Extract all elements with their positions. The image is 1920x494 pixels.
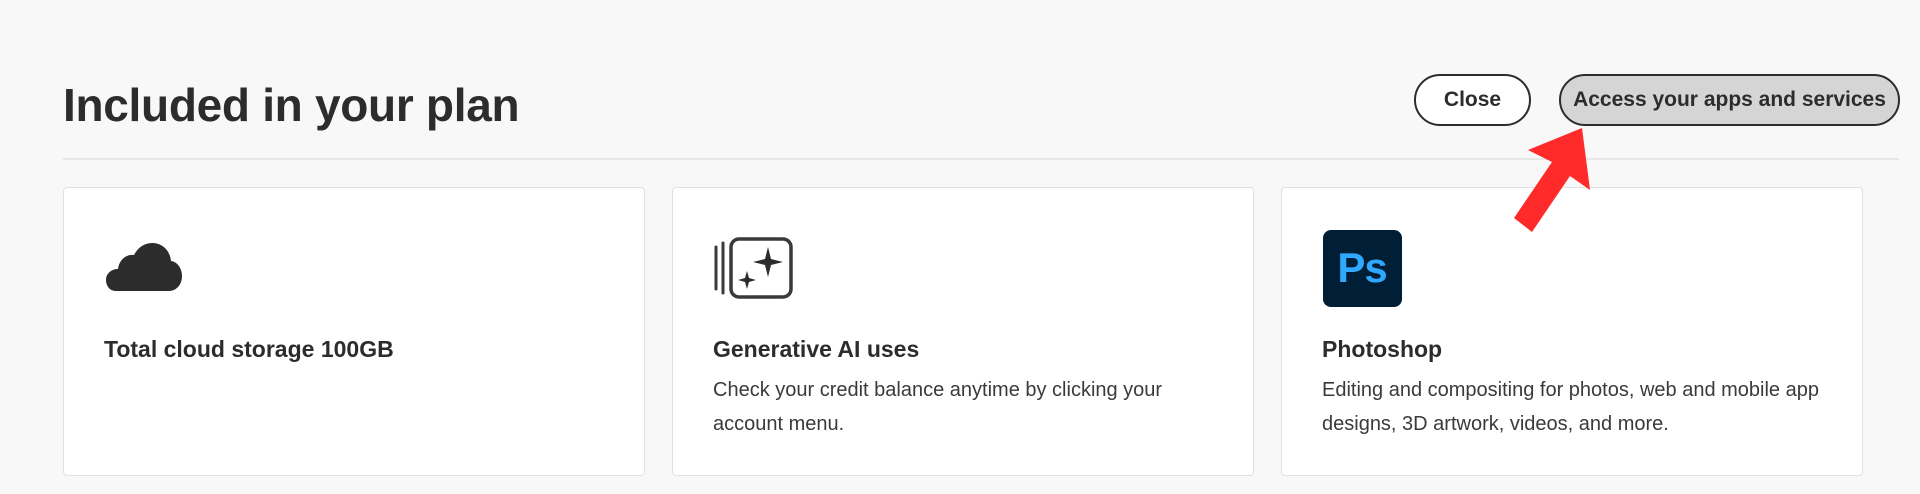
pointer-arrow-icon — [1514, 128, 1590, 232]
page-title: Included in your plan — [63, 79, 520, 131]
card-description: Check your credit balance anytime by cli… — [713, 379, 1163, 435]
photoshop-icon: Ps — [1322, 228, 1402, 308]
card-description: Editing and compositing for photos, web … — [1322, 379, 1819, 435]
card-title: Generative AI uses — [713, 336, 920, 362]
card-generative-ai: Generative AI uses Check your credit bal… — [672, 187, 1254, 476]
generative-ai-icon — [713, 228, 793, 308]
cloud-icon — [104, 228, 184, 308]
plan-header: Included in your plan Close Access your … — [63, 70, 1900, 160]
plan-page: Included in your plan Close Access your … — [0, 0, 1920, 494]
card-title: Photoshop — [1322, 336, 1443, 362]
card-cloud-storage: Total cloud storage 100GB — [63, 187, 645, 476]
photoshop-logo: Ps — [1322, 229, 1402, 307]
card-title: Total cloud storage 100GB — [104, 336, 394, 362]
